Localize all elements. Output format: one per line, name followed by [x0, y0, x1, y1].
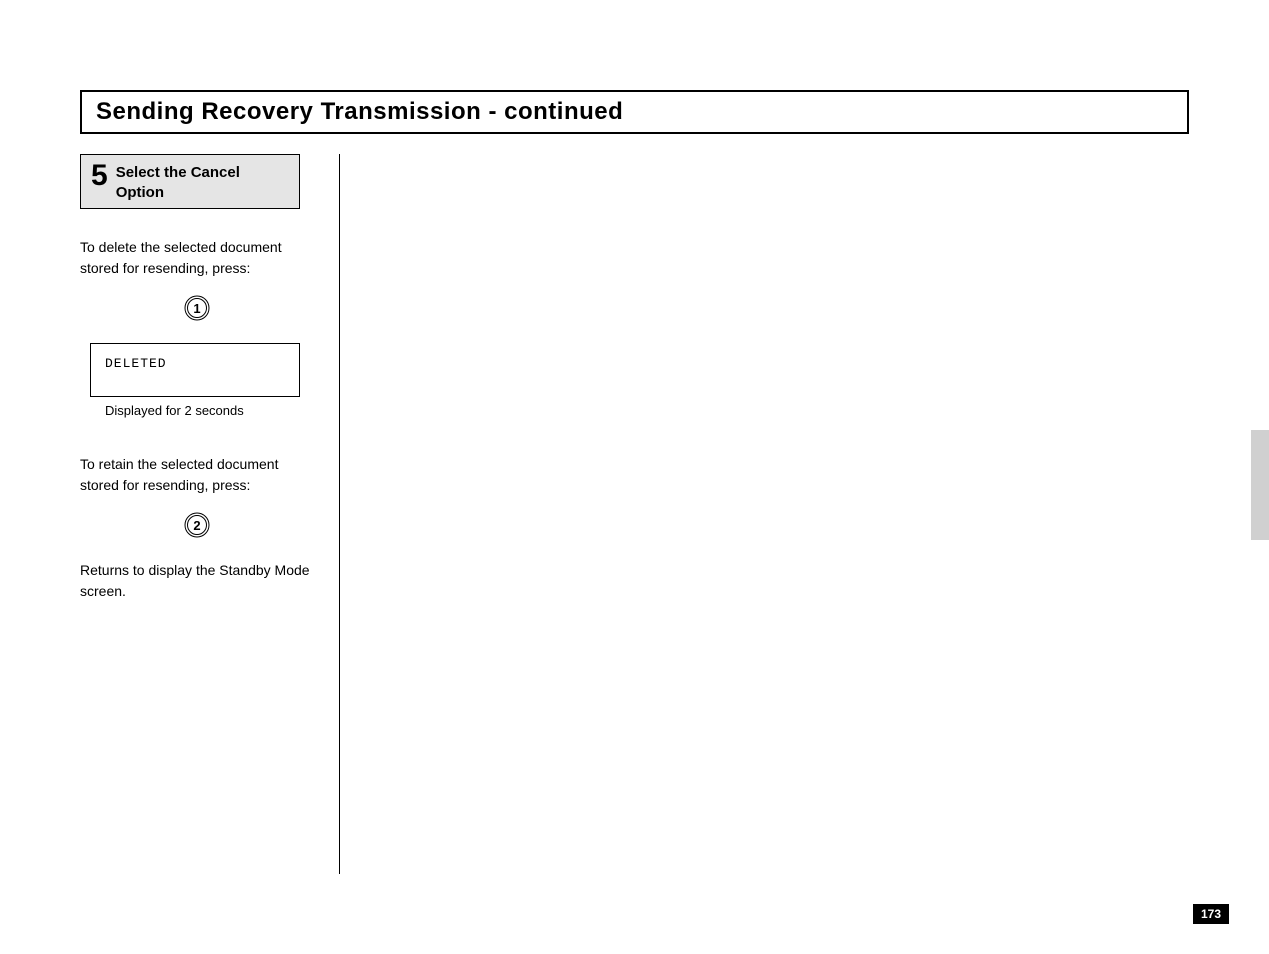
paragraph-delete: To delete the selected document stored f… [80, 237, 314, 279]
page-section-tab [1251, 430, 1269, 540]
lcd-display-text: DELETED [105, 356, 167, 371]
keypad-1-icon: 1 [184, 295, 210, 321]
step-box: 5 Select the Cancel Option [80, 154, 300, 209]
step-number: 5 [91, 161, 108, 191]
left-column: 5 Select the Cancel Option To delete the… [80, 154, 340, 874]
svg-text:1: 1 [193, 301, 200, 316]
lcd-display-box: DELETED [90, 343, 300, 397]
paragraph-retain: To retain the selected document stored f… [80, 454, 314, 496]
svg-text:2: 2 [193, 518, 200, 533]
lcd-display-caption: Displayed for 2 seconds [105, 403, 314, 418]
step-title: Select the Cancel Option [116, 161, 289, 202]
paragraph-return: Returns to display the Standby Mode scre… [80, 560, 314, 602]
keypad-2-icon: 2 [184, 512, 210, 538]
page-number: 173 [1193, 904, 1229, 924]
content-area: 5 Select the Cancel Option To delete the… [80, 154, 1189, 874]
section-title-bar: Sending Recovery Transmission - continue… [80, 90, 1189, 134]
section-title: Sending Recovery Transmission - continue… [96, 98, 623, 125]
